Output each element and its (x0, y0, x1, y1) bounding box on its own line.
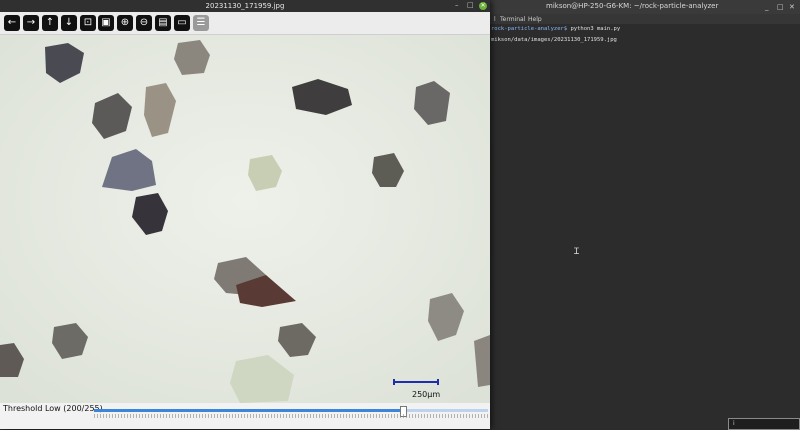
terminal-input-text: i (733, 420, 735, 427)
arrow-left-icon: ← (7, 17, 17, 28)
terminal-output: mikson/data/images/20231130_171959.jpg (491, 37, 617, 43)
terminal-line: rock-particle-analyzer$ python3 main.py (491, 26, 620, 32)
arrow-up-icon: ↑ (45, 17, 55, 28)
close-icon[interactable]: ✕ (479, 2, 487, 10)
threshold-slider-fill (94, 409, 403, 412)
minimize-icon[interactable]: _ (765, 3, 769, 11)
image-canvas[interactable] (0, 35, 490, 403)
zoom-out-button[interactable]: ⊖ (136, 15, 152, 31)
viewer-title: 20231130_171959.jpg (205, 2, 285, 10)
close-icon[interactable]: ✕ (789, 3, 795, 11)
text-cursor-icon: Ɪ (574, 247, 580, 257)
threshold-slider[interactable] (94, 406, 488, 417)
scale-bar (393, 379, 439, 385)
fit-window-icon: ⊡ (83, 17, 93, 28)
threshold-ticks (94, 414, 488, 418)
viewer-titlebar[interactable]: 20231130_171959.jpg – □ ✕ (0, 0, 490, 12)
image-icon: ▣ (101, 17, 111, 28)
zoom-in-icon: ⊕ (120, 17, 130, 28)
zoom-out-icon: ⊖ (139, 17, 149, 28)
minimize-icon[interactable]: – (455, 1, 459, 9)
menu-item-help[interactable]: Help (528, 16, 542, 23)
status-bar: Threshold Low (200/255) (0, 403, 490, 429)
save-button[interactable]: ▤ (155, 15, 171, 31)
maximize-icon[interactable]: □ (467, 1, 474, 9)
back-button[interactable]: ← (4, 15, 20, 31)
window-button[interactable]: ▭ (174, 15, 190, 31)
menu-item-terminal[interactable]: Terminal (500, 16, 525, 23)
up-button[interactable]: ↑ (42, 15, 58, 31)
threshold-label: Threshold Low (200/255) (3, 404, 103, 413)
scale-label: 250µm (412, 390, 441, 399)
zoom-in-button[interactable]: ⊕ (117, 15, 133, 31)
image-button[interactable]: ▣ (98, 15, 114, 31)
terminal-prompt: rock-particle-analyzer$ (491, 26, 568, 32)
fit-button[interactable]: ⊡ (80, 15, 96, 31)
maximize-icon[interactable]: □ (777, 3, 784, 11)
arrow-right-icon: → (26, 17, 36, 28)
terminal-command: python3 main.py (567, 26, 621, 32)
terminal-line: mikson/data/images/20231130_171959.jpg (491, 37, 617, 43)
viewer-toolbar: ← → ↑ ↓ ⊡ ▣ ⊕ ⊖ ▤ ▭ ☰ (0, 12, 490, 35)
settings-button[interactable]: ☰ (193, 15, 209, 31)
arrow-down-icon: ↓ (64, 17, 74, 28)
window-icon: ▭ (177, 17, 187, 28)
terminal-title: mikson@HP-250-G6-KM: ~/rock-particle-ana… (546, 2, 719, 10)
save-icon: ▤ (158, 17, 168, 28)
document-icon: ☰ (196, 17, 206, 28)
forward-button[interactable]: → (23, 15, 39, 31)
rock-particles-image (0, 35, 490, 403)
image-viewer-window[interactable]: 20231130_171959.jpg – □ ✕ ← → ↑ ↓ ⊡ ▣ ⊕ ⊖ ▤ ▭ ☰ (0, 0, 490, 429)
terminal-input-box[interactable]: i (728, 418, 800, 430)
down-button[interactable]: ↓ (61, 15, 77, 31)
menu-item-edit-fragment[interactable]: l (494, 16, 496, 23)
